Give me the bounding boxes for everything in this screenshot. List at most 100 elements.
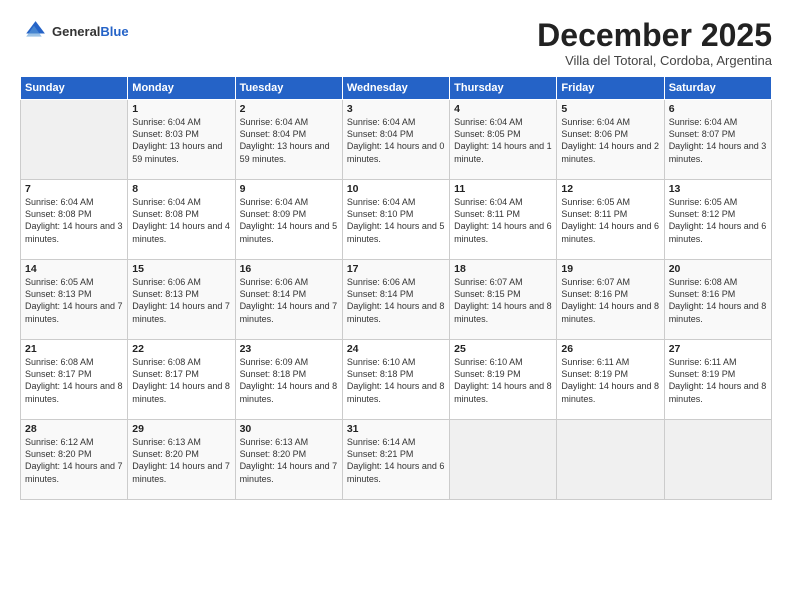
calendar-header: Sunday Monday Tuesday Wednesday Thursday… (21, 77, 772, 100)
cell-details: Sunrise: 6:09 AMSunset: 8:18 PMDaylight:… (240, 356, 338, 405)
cell-details: Sunrise: 6:08 AMSunset: 8:16 PMDaylight:… (669, 276, 767, 325)
cell-details: Sunrise: 6:08 AMSunset: 8:17 PMDaylight:… (132, 356, 230, 405)
day-number: 17 (347, 263, 445, 275)
month-title: December 2025 (537, 18, 772, 53)
table-row: 27Sunrise: 6:11 AMSunset: 8:19 PMDayligh… (664, 340, 771, 420)
day-number: 4 (454, 103, 552, 115)
day-number: 11 (454, 183, 552, 195)
table-row: 3Sunrise: 6:04 AMSunset: 8:04 PMDaylight… (342, 100, 449, 180)
day-number: 6 (669, 103, 767, 115)
day-number: 30 (240, 423, 338, 435)
table-row: 2Sunrise: 6:04 AMSunset: 8:04 PMDaylight… (235, 100, 342, 180)
table-row: 25Sunrise: 6:10 AMSunset: 8:19 PMDayligh… (450, 340, 557, 420)
table-row: 19Sunrise: 6:07 AMSunset: 8:16 PMDayligh… (557, 260, 664, 340)
day-number: 21 (25, 343, 123, 355)
cell-details: Sunrise: 6:04 AMSunset: 8:05 PMDaylight:… (454, 116, 552, 165)
table-row: 20Sunrise: 6:08 AMSunset: 8:16 PMDayligh… (664, 260, 771, 340)
cell-details: Sunrise: 6:04 AMSunset: 8:03 PMDaylight:… (132, 116, 230, 165)
table-row: 4Sunrise: 6:04 AMSunset: 8:05 PMDaylight… (450, 100, 557, 180)
title-block: December 2025 Villa del Totoral, Cordoba… (537, 18, 772, 68)
cell-details: Sunrise: 6:06 AMSunset: 8:14 PMDaylight:… (240, 276, 338, 325)
day-number: 27 (669, 343, 767, 355)
location-subtitle: Villa del Totoral, Cordoba, Argentina (537, 53, 772, 68)
calendar-row: 21Sunrise: 6:08 AMSunset: 8:17 PMDayligh… (21, 340, 772, 420)
table-row (450, 420, 557, 500)
calendar-table: Sunday Monday Tuesday Wednesday Thursday… (20, 76, 772, 500)
header-sunday: Sunday (21, 77, 128, 100)
day-number: 20 (669, 263, 767, 275)
table-row (21, 100, 128, 180)
table-row: 16Sunrise: 6:06 AMSunset: 8:14 PMDayligh… (235, 260, 342, 340)
table-row: 7Sunrise: 6:04 AMSunset: 8:08 PMDaylight… (21, 180, 128, 260)
cell-details: Sunrise: 6:04 AMSunset: 8:10 PMDaylight:… (347, 196, 445, 245)
cell-details: Sunrise: 6:04 AMSunset: 8:07 PMDaylight:… (669, 116, 767, 165)
logo-text: GeneralBlue (52, 24, 129, 40)
day-number: 13 (669, 183, 767, 195)
day-number: 26 (561, 343, 659, 355)
table-row: 10Sunrise: 6:04 AMSunset: 8:10 PMDayligh… (342, 180, 449, 260)
day-number: 18 (454, 263, 552, 275)
day-number: 28 (25, 423, 123, 435)
calendar-row: 28Sunrise: 6:12 AMSunset: 8:20 PMDayligh… (21, 420, 772, 500)
cell-details: Sunrise: 6:04 AMSunset: 8:04 PMDaylight:… (240, 116, 338, 165)
day-number: 10 (347, 183, 445, 195)
calendar-row: 14Sunrise: 6:05 AMSunset: 8:13 PMDayligh… (21, 260, 772, 340)
day-number: 31 (347, 423, 445, 435)
cell-details: Sunrise: 6:11 AMSunset: 8:19 PMDaylight:… (669, 356, 767, 405)
header-friday: Friday (557, 77, 664, 100)
table-row: 29Sunrise: 6:13 AMSunset: 8:20 PMDayligh… (128, 420, 235, 500)
table-row: 22Sunrise: 6:08 AMSunset: 8:17 PMDayligh… (128, 340, 235, 420)
table-row: 6Sunrise: 6:04 AMSunset: 8:07 PMDaylight… (664, 100, 771, 180)
table-row: 28Sunrise: 6:12 AMSunset: 8:20 PMDayligh… (21, 420, 128, 500)
logo: GeneralBlue (20, 18, 129, 46)
cell-details: Sunrise: 6:13 AMSunset: 8:20 PMDaylight:… (132, 436, 230, 485)
table-row: 26Sunrise: 6:11 AMSunset: 8:19 PMDayligh… (557, 340, 664, 420)
cell-details: Sunrise: 6:05 AMSunset: 8:13 PMDaylight:… (25, 276, 123, 325)
day-number: 23 (240, 343, 338, 355)
calendar-body: 1Sunrise: 6:04 AMSunset: 8:03 PMDaylight… (21, 100, 772, 500)
header-thursday: Thursday (450, 77, 557, 100)
cell-details: Sunrise: 6:04 AMSunset: 8:06 PMDaylight:… (561, 116, 659, 165)
cell-details: Sunrise: 6:07 AMSunset: 8:16 PMDaylight:… (561, 276, 659, 325)
table-row: 15Sunrise: 6:06 AMSunset: 8:13 PMDayligh… (128, 260, 235, 340)
cell-details: Sunrise: 6:04 AMSunset: 8:09 PMDaylight:… (240, 196, 338, 245)
calendar-page: GeneralBlue December 2025 Villa del Toto… (0, 0, 792, 612)
day-number: 9 (240, 183, 338, 195)
table-row: 12Sunrise: 6:05 AMSunset: 8:11 PMDayligh… (557, 180, 664, 260)
day-number: 7 (25, 183, 123, 195)
day-number: 2 (240, 103, 338, 115)
day-number: 29 (132, 423, 230, 435)
header-row: Sunday Monday Tuesday Wednesday Thursday… (21, 77, 772, 100)
logo-blue: Blue (100, 24, 128, 39)
cell-details: Sunrise: 6:04 AMSunset: 8:08 PMDaylight:… (25, 196, 123, 245)
cell-details: Sunrise: 6:14 AMSunset: 8:21 PMDaylight:… (347, 436, 445, 485)
table-row: 17Sunrise: 6:06 AMSunset: 8:14 PMDayligh… (342, 260, 449, 340)
cell-details: Sunrise: 6:06 AMSunset: 8:14 PMDaylight:… (347, 276, 445, 325)
day-number: 1 (132, 103, 230, 115)
cell-details: Sunrise: 6:04 AMSunset: 8:04 PMDaylight:… (347, 116, 445, 165)
day-number: 5 (561, 103, 659, 115)
table-row: 14Sunrise: 6:05 AMSunset: 8:13 PMDayligh… (21, 260, 128, 340)
table-row: 11Sunrise: 6:04 AMSunset: 8:11 PMDayligh… (450, 180, 557, 260)
table-row: 5Sunrise: 6:04 AMSunset: 8:06 PMDaylight… (557, 100, 664, 180)
day-number: 19 (561, 263, 659, 275)
day-number: 15 (132, 263, 230, 275)
day-number: 24 (347, 343, 445, 355)
cell-details: Sunrise: 6:08 AMSunset: 8:17 PMDaylight:… (25, 356, 123, 405)
table-row (557, 420, 664, 500)
table-row: 8Sunrise: 6:04 AMSunset: 8:08 PMDaylight… (128, 180, 235, 260)
cell-details: Sunrise: 6:04 AMSunset: 8:11 PMDaylight:… (454, 196, 552, 245)
table-row: 1Sunrise: 6:04 AMSunset: 8:03 PMDaylight… (128, 100, 235, 180)
table-row: 18Sunrise: 6:07 AMSunset: 8:15 PMDayligh… (450, 260, 557, 340)
header-tuesday: Tuesday (235, 77, 342, 100)
day-number: 8 (132, 183, 230, 195)
cell-details: Sunrise: 6:12 AMSunset: 8:20 PMDaylight:… (25, 436, 123, 485)
table-row: 30Sunrise: 6:13 AMSunset: 8:20 PMDayligh… (235, 420, 342, 500)
table-row: 23Sunrise: 6:09 AMSunset: 8:18 PMDayligh… (235, 340, 342, 420)
day-number: 22 (132, 343, 230, 355)
cell-details: Sunrise: 6:05 AMSunset: 8:11 PMDaylight:… (561, 196, 659, 245)
cell-details: Sunrise: 6:06 AMSunset: 8:13 PMDaylight:… (132, 276, 230, 325)
header-monday: Monday (128, 77, 235, 100)
cell-details: Sunrise: 6:04 AMSunset: 8:08 PMDaylight:… (132, 196, 230, 245)
day-number: 3 (347, 103, 445, 115)
